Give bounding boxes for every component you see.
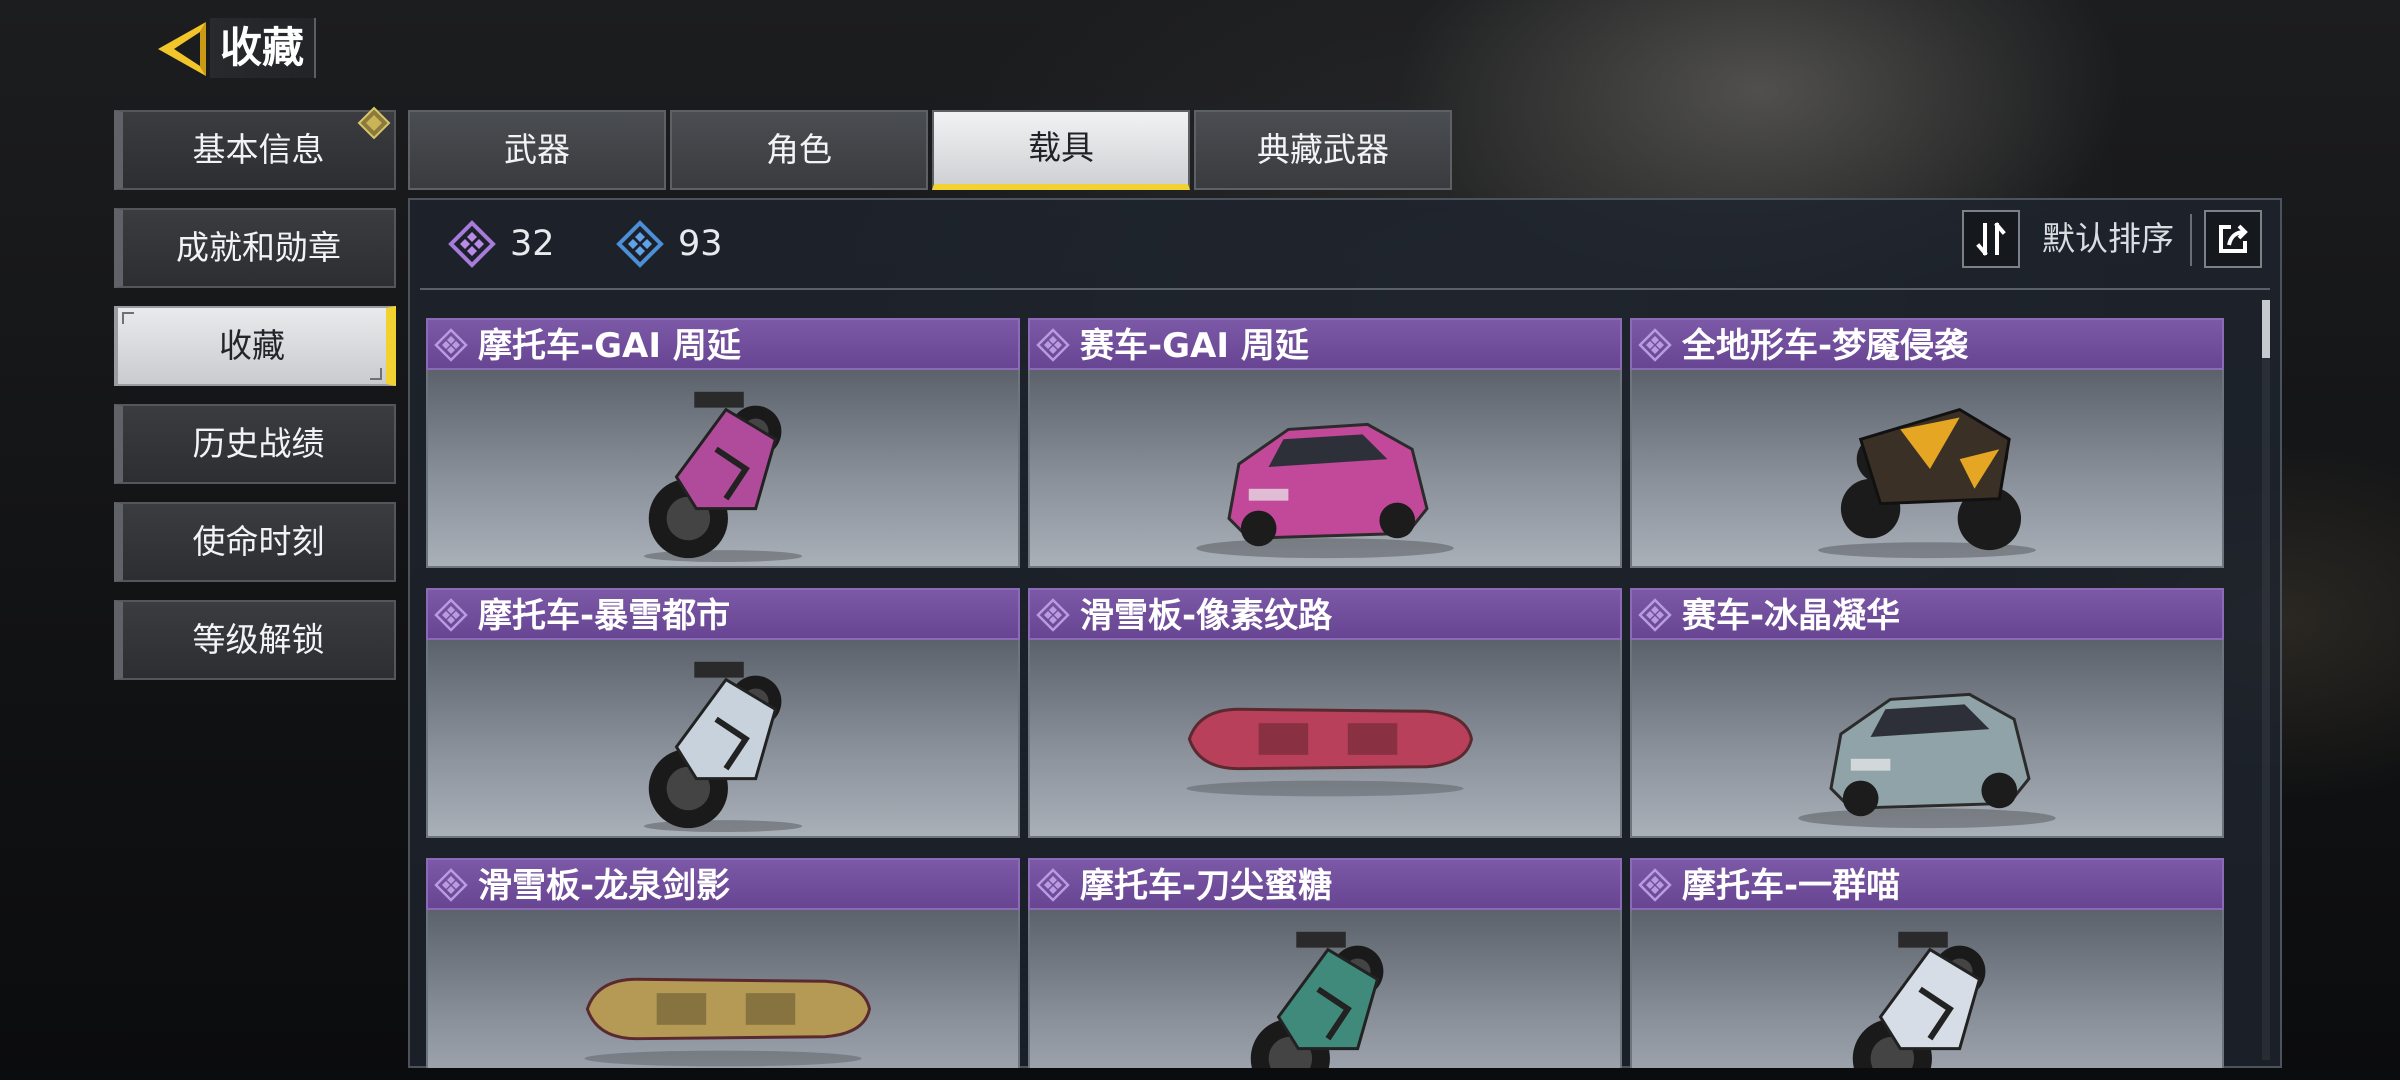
sidebar-item-label: 历史战绩 — [192, 424, 325, 463]
page-title: 收藏 — [210, 18, 317, 78]
card-header: 摩托车-刀尖蜜糖 — [1028, 858, 1622, 910]
tab-label: 武器 — [504, 130, 570, 169]
sidebar-item-collection[interactable]: 收藏 — [114, 306, 396, 386]
vehicle-card[interactable]: 滑雪板-像素纹路 — [1028, 588, 1622, 838]
sidebar-item-label: 等级解锁 — [192, 620, 325, 659]
card-preview — [1028, 370, 1622, 568]
vehicle-card[interactable]: 摩托车-GAI 周延 — [426, 318, 1020, 568]
race-car-image — [1196, 422, 1454, 559]
blue-count-value: 93 — [678, 224, 723, 264]
vehicle-card[interactable]: 摩托车-一群喵 — [1630, 858, 2224, 1068]
card-title: 摩托车-一群喵 — [1682, 866, 1901, 906]
counts-bar: 32 93 默认排序 — [410, 200, 2280, 290]
card-title: 滑雪板-龙泉剑影 — [478, 866, 731, 906]
snowboard-image — [584, 977, 872, 1067]
card-title: 滑雪板-像素纹路 — [1080, 596, 1333, 636]
vehicle-card[interactable]: 摩托车-暴雪都市 — [426, 588, 1020, 838]
card-preview — [1630, 370, 2224, 568]
card-header: 滑雪板-龙泉剑影 — [426, 858, 1020, 910]
purple-count: 32 — [448, 220, 555, 268]
back-button[interactable] — [150, 18, 216, 80]
vehicle-card[interactable]: 赛车-冰晶凝华 — [1630, 588, 2224, 838]
card-header: 摩托车-一群喵 — [1630, 858, 2224, 910]
tab-characters[interactable]: 角色 — [670, 110, 928, 190]
card-title: 全地形车-梦魇侵袭 — [1682, 326, 1969, 366]
race-car-image — [1798, 692, 2056, 829]
card-header: 滑雪板-像素纹路 — [1028, 588, 1622, 640]
tab-label: 角色 — [766, 130, 832, 169]
sidebar-item-achievements[interactable]: 成就和勋章 — [114, 208, 396, 288]
card-preview — [1028, 910, 1622, 1068]
motorcycle-image — [643, 391, 803, 563]
card-header: 赛车-GAI 周延 — [1028, 318, 1622, 370]
sidebar-item-basic-info[interactable]: 基本信息 — [114, 110, 396, 190]
sidebar-item-label: 使命时刻 — [192, 522, 325, 561]
share-icon[interactable] — [2204, 210, 2262, 268]
rarity-diamond-icon — [1036, 598, 1070, 632]
sidebar-item-label: 成就和勋章 — [176, 228, 341, 267]
sidebar-item-label: 基本信息 — [192, 130, 325, 169]
scroll-thumb[interactable] — [2262, 300, 2270, 358]
divider — [2190, 214, 2192, 266]
vehicle-card[interactable]: 赛车-GAI 周延 — [1028, 318, 1622, 568]
card-title: 摩托车-刀尖蜜糖 — [1080, 866, 1333, 906]
motorcycle-image — [643, 661, 803, 833]
rarity-diamond-icon — [1638, 868, 1672, 902]
rarity-diamond-icon — [1036, 868, 1070, 902]
card-header: 摩托车-GAI 周延 — [426, 318, 1020, 370]
card-title: 赛车-冰晶凝华 — [1682, 596, 1901, 636]
back-arrow-icon — [158, 22, 206, 76]
sort-toggle-icon[interactable] — [1962, 210, 2020, 268]
purple-count-value: 32 — [510, 224, 555, 264]
card-preview — [1028, 640, 1622, 838]
card-preview — [426, 370, 1020, 568]
card-title: 摩托车-暴雪都市 — [478, 596, 731, 636]
card-preview — [1630, 910, 2224, 1068]
tab-label: 载具 — [1028, 128, 1094, 167]
blue-count: 93 — [616, 220, 723, 268]
sidebar-item-label: 收藏 — [219, 326, 285, 365]
panel-divider — [420, 288, 2270, 290]
vehicle-card[interactable]: 滑雪板-龙泉剑影 — [426, 858, 1020, 1068]
atv-image — [1818, 407, 2036, 559]
tab-weapons[interactable]: 武器 — [408, 110, 666, 190]
vehicle-card[interactable]: 全地形车-梦魇侵袭 — [1630, 318, 2224, 568]
card-preview — [426, 640, 1020, 838]
tab-label: 典藏武器 — [1257, 130, 1389, 169]
collection-screen: 收藏 基本信息 成就和勋章 收藏 历史战绩 使命时刻 等级解锁 武器 角色 载具… — [0, 0, 2400, 1080]
vehicle-grid: 摩托车-GAI 周延 赛车-GAI 周延 全地形车-梦魇侵袭 摩托车-暴雪都市 滑雪板-… — [426, 318, 2226, 1068]
blue-diamond-icon — [616, 220, 664, 268]
tab-vehicles[interactable]: 载具 — [932, 110, 1190, 190]
rarity-diamond-icon — [434, 598, 468, 632]
motorcycle-image — [1852, 931, 1986, 1068]
rarity-diamond-icon — [1638, 328, 1672, 362]
card-preview — [426, 910, 1020, 1068]
card-title: 摩托车-GAI 周延 — [478, 326, 741, 366]
vehicle-card[interactable]: 摩托车-刀尖蜜糖 — [1028, 858, 1622, 1068]
sidebar-item-level-unlock[interactable]: 等级解锁 — [114, 600, 396, 680]
card-header: 赛车-冰晶凝华 — [1630, 588, 2224, 640]
rarity-diamond-icon — [1638, 598, 1672, 632]
notification-diamond-icon — [357, 106, 391, 140]
card-header: 摩托车-暴雪都市 — [426, 588, 1020, 640]
card-header: 全地形车-梦魇侵袭 — [1630, 318, 2224, 370]
rarity-diamond-icon — [434, 328, 468, 362]
rarity-diamond-icon — [434, 868, 468, 902]
snowboard-image — [1186, 707, 1474, 797]
scrollbar[interactable] — [2262, 300, 2270, 1060]
sort-dropdown[interactable]: 默认排序 — [2042, 210, 2174, 268]
sidebar-item-mission-moments[interactable]: 使命时刻 — [114, 502, 396, 582]
tab-collector-weapons[interactable]: 典藏武器 — [1194, 110, 1452, 190]
motorcycle-image — [1250, 931, 1384, 1068]
collection-panel: 32 93 默认排序 摩托车-GAI 周延 赛车-GAI 周延 全地形车-梦魇侵… — [408, 198, 2282, 1068]
card-preview — [1630, 640, 2224, 838]
sidebar-item-match-history[interactable]: 历史战绩 — [114, 404, 396, 484]
card-title: 赛车-GAI 周延 — [1080, 326, 1309, 366]
purple-diamond-icon — [448, 220, 496, 268]
rarity-diamond-icon — [1036, 328, 1070, 362]
